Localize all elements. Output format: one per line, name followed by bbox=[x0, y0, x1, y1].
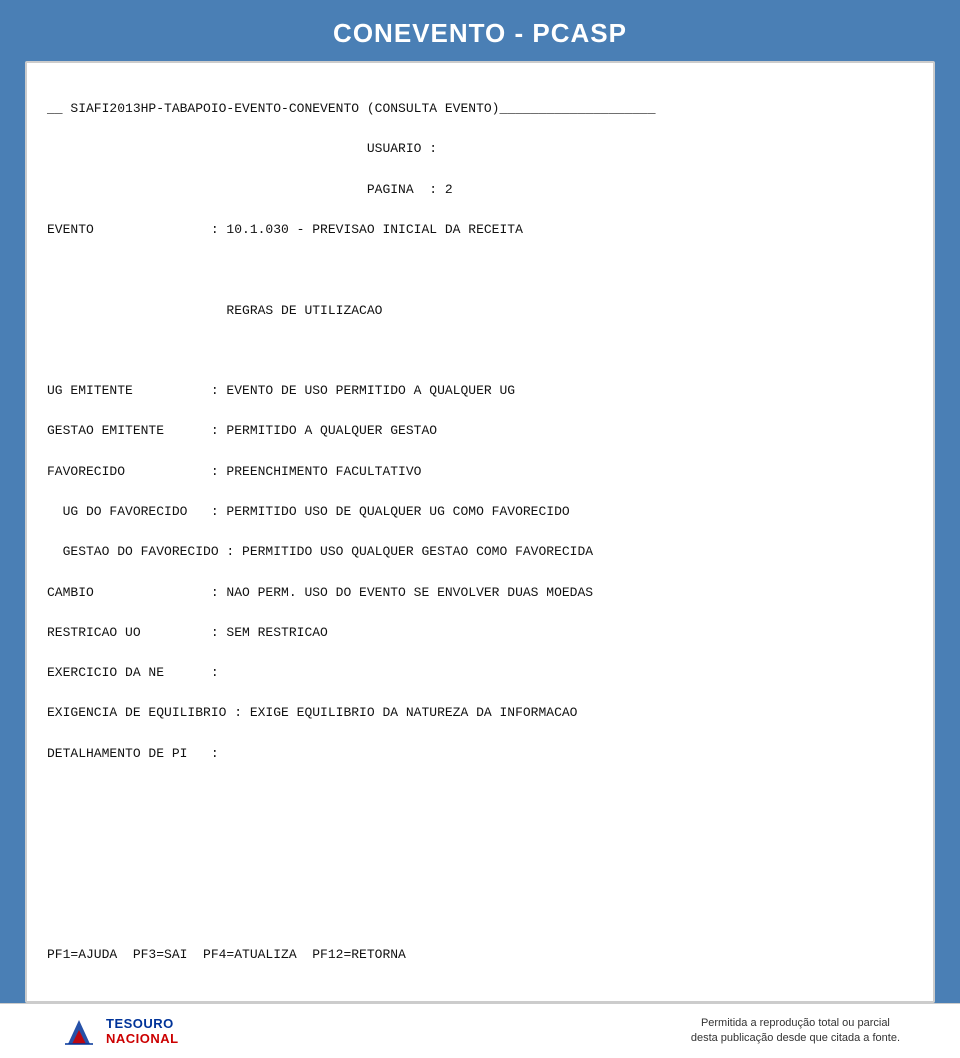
page-title: CONEVENTO - PCASP bbox=[333, 18, 627, 48]
logo-area: TESOURO NACIONAL bbox=[60, 1012, 179, 1050]
logo-tesouro: TESOURO bbox=[106, 1016, 174, 1031]
tesouro-logo-icon bbox=[60, 1012, 98, 1050]
line14: RESTRICAO UO : SEM RESTRICAO bbox=[47, 625, 328, 640]
footer-copy-line2: desta publicação desde que citada a font… bbox=[691, 1032, 900, 1044]
header-bar: CONEVENTO - PCASP bbox=[0, 0, 960, 61]
terminal-content: __ SIAFI2013HP-TABAPOIO-EVENTO-CONEVENTO… bbox=[47, 79, 913, 985]
line12: GESTAO DO FAVORECIDO : PERMITIDO USO QUA… bbox=[47, 544, 593, 559]
line9: GESTAO EMITENTE : PERMITIDO A QUALQUER G… bbox=[47, 423, 437, 438]
line2: USUARIO : bbox=[47, 141, 437, 156]
line22: PF1=AJUDA PF3=SAI PF4=ATUALIZA PF12=RETO… bbox=[47, 947, 406, 962]
footer-copyright: Permitida a reprodução total ou parcial … bbox=[691, 1016, 900, 1047]
line1: __ SIAFI2013HP-TABAPOIO-EVENTO-CONEVENTO… bbox=[47, 101, 656, 116]
page-wrapper: CONEVENTO - PCASP __ SIAFI2013HP-TABAPOI… bbox=[0, 0, 960, 707]
footer-bar: TESOURO NACIONAL Permitida a reprodução … bbox=[0, 1003, 960, 1058]
line4: EVENTO : 10.1.030 - PREVISAO INICIAL DA … bbox=[47, 222, 523, 237]
line8: UG EMITENTE : EVENTO DE USO PERMITIDO A … bbox=[47, 383, 515, 398]
footer-copy-line1: Permitida a reprodução total ou parcial bbox=[701, 1017, 890, 1029]
line11: UG DO FAVORECIDO : PERMITIDO USO DE QUAL… bbox=[47, 504, 570, 519]
logo-text-block: TESOURO NACIONAL bbox=[106, 1016, 179, 1046]
line13: CAMBIO : NAO PERM. USO DO EVENTO SE ENVO… bbox=[47, 585, 593, 600]
line6: REGRAS DE UTILIZACAO bbox=[47, 303, 382, 318]
line3: PAGINA : 2 bbox=[47, 182, 453, 197]
line17: DETALHAMENTO DE PI : bbox=[47, 746, 219, 761]
line10: FAVORECIDO : PREENCHIMENTO FACULTATIVO bbox=[47, 464, 421, 479]
logo-nacional: NACIONAL bbox=[106, 1031, 179, 1046]
line16: EXIGENCIA DE EQUILIBRIO : EXIGE EQUILIBR… bbox=[47, 705, 578, 720]
main-content-box: __ SIAFI2013HP-TABAPOIO-EVENTO-CONEVENTO… bbox=[25, 61, 935, 1003]
line15: EXERCICIO DA NE : bbox=[47, 665, 219, 680]
